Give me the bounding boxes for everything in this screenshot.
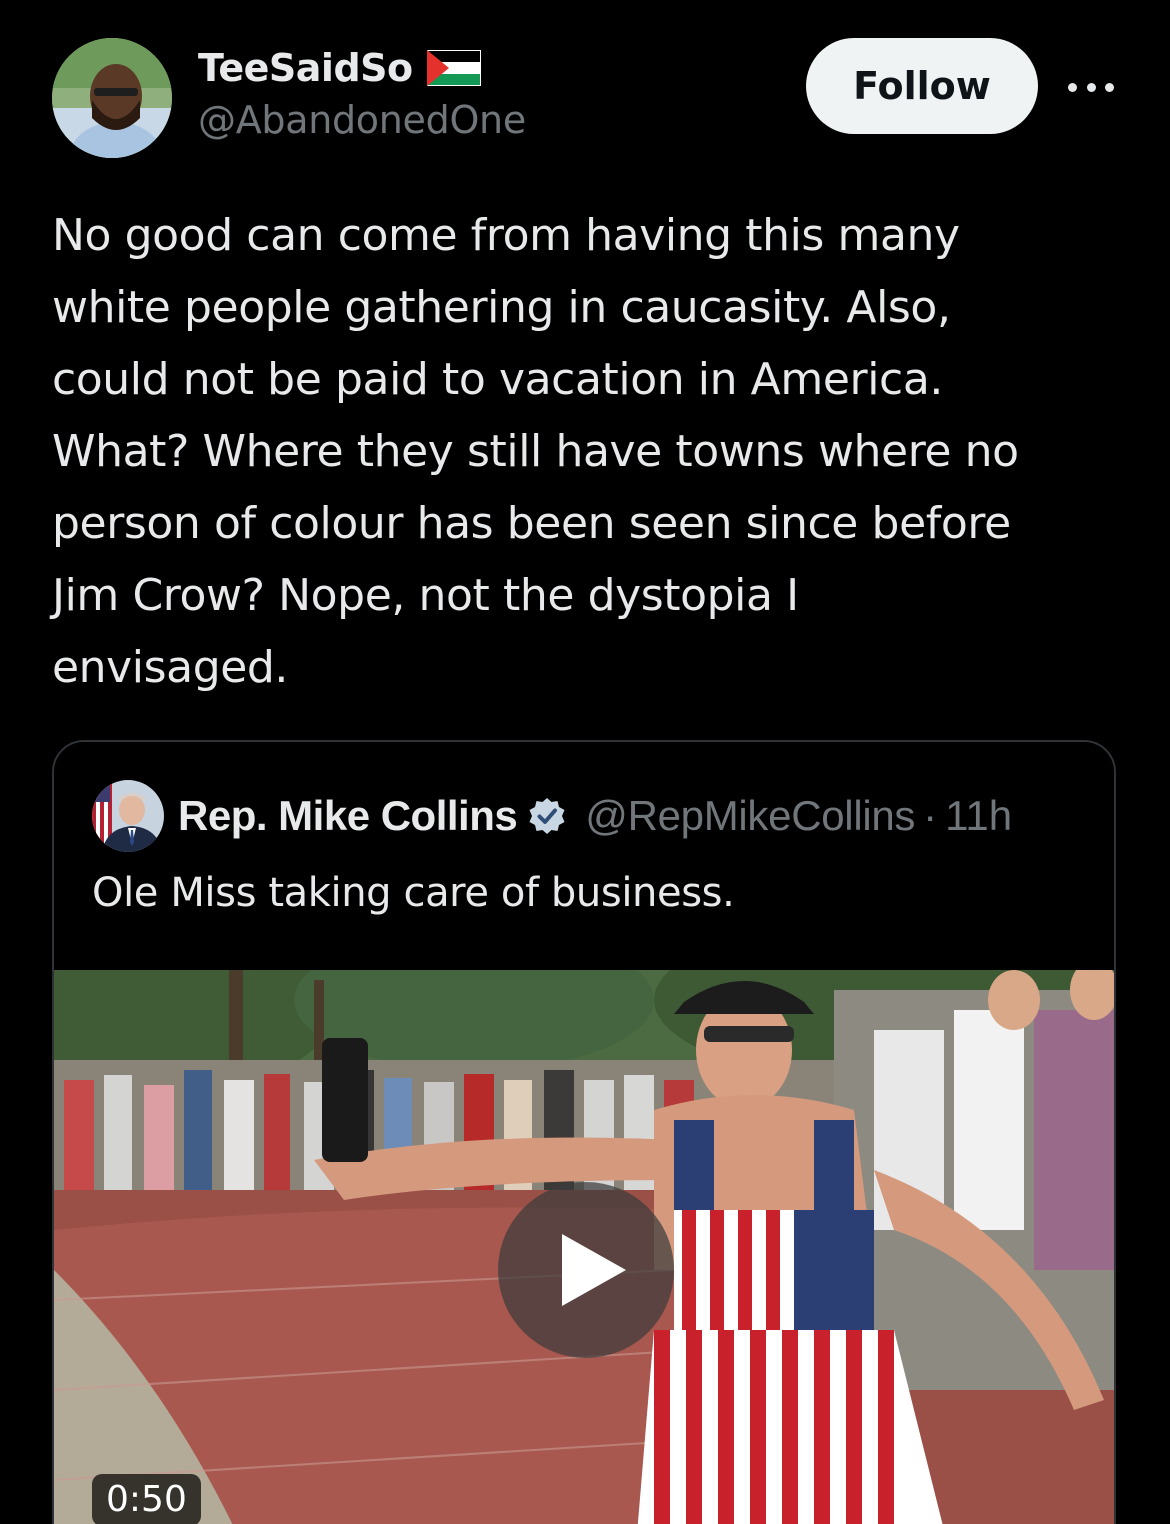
quoted-tweet-header: Rep. Mike Collins @RepMikeCollins · 11h bbox=[178, 788, 1012, 844]
video-player[interactable]: 0:50 bbox=[54, 970, 1114, 1524]
more-dot bbox=[1068, 82, 1077, 92]
quoted-author-handle[interactable]: @RepMikeCollins bbox=[585, 792, 915, 840]
follow-button[interactable]: Follow bbox=[806, 38, 1038, 134]
quoted-tweet-text: Ole Miss taking care of business. bbox=[92, 870, 735, 916]
author-avatar[interactable] bbox=[52, 38, 172, 158]
tweet-text: No good can come from having this many w… bbox=[52, 210, 1019, 693]
quoted-tweet-card[interactable]: Rep. Mike Collins @RepMikeCollins · 11h … bbox=[52, 740, 1116, 1524]
quoted-author-name[interactable]: Rep. Mike Collins bbox=[178, 792, 518, 840]
verified-badge-icon bbox=[529, 798, 565, 834]
more-dot bbox=[1105, 82, 1114, 92]
quoted-author-avatar[interactable] bbox=[92, 780, 164, 852]
quoted-tweet-timestamp[interactable]: 11h bbox=[945, 792, 1012, 840]
play-icon bbox=[562, 1234, 626, 1306]
more-options-icon[interactable] bbox=[1068, 70, 1114, 104]
palestine-flag-icon bbox=[426, 50, 481, 86]
quoted-profile-photo bbox=[92, 780, 164, 852]
video-duration-badge: 0:50 bbox=[92, 1474, 201, 1524]
author-info: TeeSaidSo @AbandonedOne bbox=[198, 44, 526, 142]
separator-dot: · bbox=[923, 792, 938, 839]
author-handle[interactable]: @AbandonedOne bbox=[198, 98, 526, 142]
play-button[interactable] bbox=[498, 1182, 674, 1358]
author-display-name[interactable]: TeeSaidSo bbox=[198, 46, 413, 90]
profile-photo bbox=[52, 38, 172, 158]
more-dot bbox=[1086, 82, 1096, 92]
